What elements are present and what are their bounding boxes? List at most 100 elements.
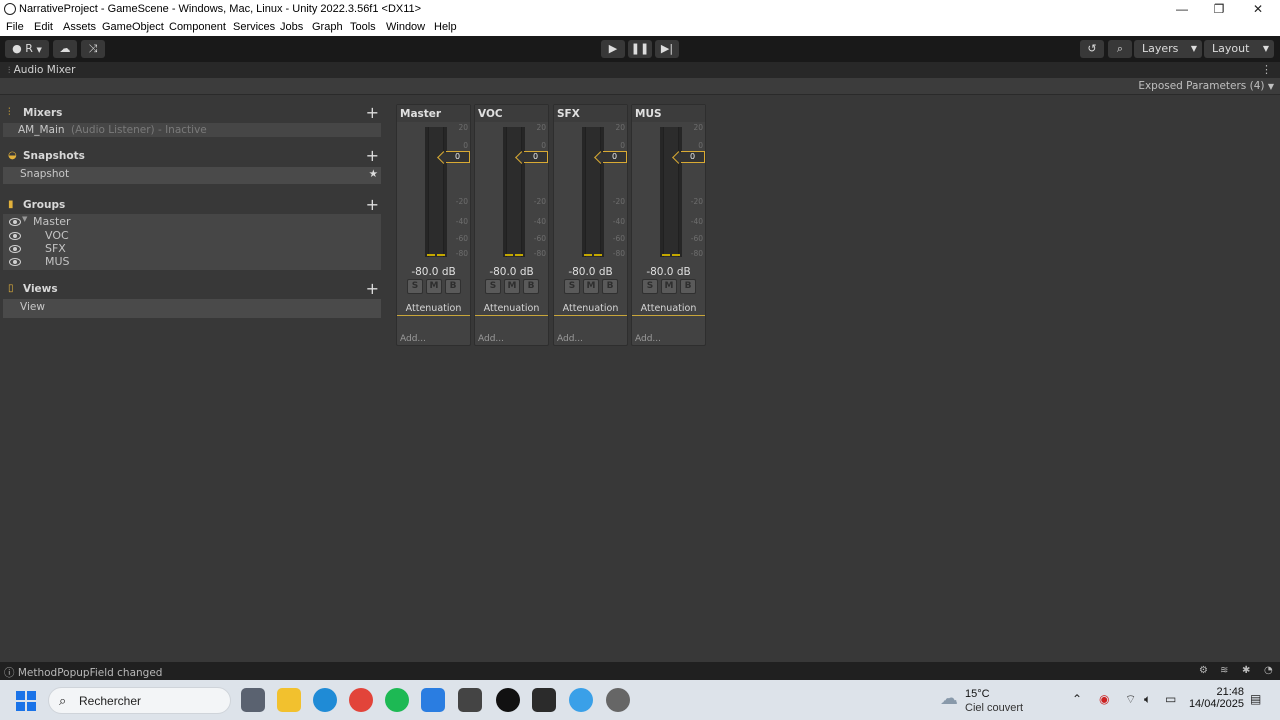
edge-icon[interactable] (313, 688, 337, 712)
menu-services[interactable]: Services (233, 21, 275, 33)
visibility-eye-icon[interactable] (9, 218, 21, 226)
add-effect-button[interactable]: Add... (400, 334, 426, 344)
store-icon[interactable] (421, 688, 445, 712)
play-button[interactable]: ▶ (601, 40, 625, 58)
volume-fader-handle[interactable]: 0 (524, 151, 548, 163)
close-button[interactable]: ✕ (1238, 1, 1278, 18)
volume-fader-handle[interactable]: 0 (446, 151, 470, 163)
add-effect-button[interactable]: Add... (635, 334, 661, 344)
menu-edit[interactable]: Edit (34, 21, 53, 33)
bypass-button[interactable]: B (523, 279, 539, 294)
mixer-strip-voc: VOC 20 0 -20 -40 -60 -80 0 -80.0 dB S M B Attenuatio… (474, 104, 549, 346)
menu-window[interactable]: Window (386, 21, 425, 33)
visibility-eye-icon[interactable] (9, 258, 21, 266)
add-view-button[interactable]: + (366, 279, 379, 298)
exposed-parameters-dropdown[interactable]: Exposed Parameters (4) ▼ (1138, 80, 1274, 92)
more-options-icon[interactable]: ⋮ (1261, 63, 1272, 76)
clock[interactable]: 21:48 14/04/2025 (1189, 686, 1244, 710)
add-snapshot-button[interactable]: + (366, 146, 379, 165)
layers-dropdown[interactable]: Layers ▼ (1134, 40, 1202, 58)
notifications-icon[interactable]: ▤ (1250, 692, 1261, 706)
view-item[interactable]: View (3, 299, 381, 318)
add-group-button[interactable]: + (366, 195, 379, 214)
chevron-up-icon[interactable]: ⌃ (1072, 692, 1082, 706)
visibility-eye-icon[interactable] (9, 245, 21, 253)
menu-tools[interactable]: Tools (350, 21, 376, 33)
layers-icon[interactable]: ≋ (1220, 666, 1230, 676)
menu-file[interactable]: File (6, 21, 24, 33)
mute-button[interactable]: M (504, 279, 520, 294)
attenuation-effect[interactable]: Attenuation (632, 303, 705, 316)
task-view-icon[interactable] (241, 688, 265, 712)
add-effect-button[interactable]: Add... (557, 334, 583, 344)
group-row-master[interactable]: ▼ Master (3, 215, 381, 228)
menu-help[interactable]: Help (434, 21, 457, 33)
solo-button[interactable]: S (564, 279, 580, 294)
snapshot-item[interactable]: Snapshot ★ (3, 167, 381, 184)
mute-button[interactable]: M (661, 279, 677, 294)
cloud-button[interactable]: ☁ (53, 40, 77, 58)
attenuation-effect[interactable]: Attenuation (475, 303, 548, 316)
attenuation-effect[interactable]: Attenuation (397, 303, 470, 316)
bypass-button[interactable]: B (445, 279, 461, 294)
speaker-icon[interactable]: 🔈︎ (1144, 692, 1151, 707)
step-button[interactable]: ▶| (655, 40, 679, 58)
menu-component[interactable]: Component (169, 21, 226, 33)
star-icon[interactable]: ★ (369, 168, 378, 180)
strip-name[interactable]: SFX (554, 105, 627, 122)
chrome-icon[interactable] (349, 688, 373, 712)
meter-scale-label: 20 (693, 123, 703, 132)
maximize-button[interactable]: ❐ (1199, 1, 1239, 18)
spotify-icon[interactable] (385, 688, 409, 712)
menu-jobs[interactable]: Jobs (280, 21, 303, 33)
layout-dropdown[interactable]: Layout ▼ (1204, 40, 1274, 58)
profiler-icon[interactable]: ✱ (1242, 666, 1252, 676)
mixer-item[interactable]: AM_Main (Audio Listener) - Inactive (3, 123, 381, 137)
group-name: MUS (45, 255, 70, 268)
app-icon[interactable] (569, 688, 593, 712)
file-explorer-icon[interactable] (277, 688, 301, 712)
group-row-voc[interactable]: VOC (3, 229, 381, 242)
bypass-button[interactable]: B (602, 279, 618, 294)
menu-graph[interactable]: Graph (312, 21, 343, 33)
strip-name[interactable]: VOC (475, 105, 548, 122)
search-button[interactable]: ⌕ (1108, 40, 1132, 58)
group-row-mus[interactable]: MUS (3, 255, 381, 268)
volume-fader-handle[interactable]: 0 (681, 151, 705, 163)
mute-button[interactable]: M (426, 279, 442, 294)
foldout-arrow-icon[interactable]: ▼ (22, 215, 27, 223)
tray-app-icon[interactable]: ◉ (1099, 692, 1109, 706)
wifi-icon[interactable]: ⌔ (1125, 692, 1136, 707)
menu-gameobject[interactable]: GameObject (102, 21, 164, 33)
taskbar-search[interactable]: ⌕ Rechercher (48, 687, 231, 714)
notification-icon[interactable]: ◔ (1264, 666, 1274, 676)
tab-audio-mixer[interactable]: ⫶ Audio Mixer (2, 62, 81, 78)
battery-icon[interactable]: ▭ (1165, 692, 1176, 706)
recorder-icon[interactable] (606, 688, 630, 712)
strip-name[interactable]: MUS (632, 105, 705, 122)
bypass-button[interactable]: B (680, 279, 696, 294)
solo-button[interactable]: S (642, 279, 658, 294)
unreal-icon[interactable] (496, 688, 520, 712)
solo-button[interactable]: S (407, 279, 423, 294)
windows-start-button[interactable] (16, 691, 36, 711)
add-mixer-button[interactable]: + (366, 103, 379, 122)
account-dropdown[interactable]: ● R ▼ (5, 40, 49, 58)
menu-assets[interactable]: Assets (63, 21, 96, 33)
unity-editor-icon[interactable] (532, 688, 556, 712)
strip-name[interactable]: Master (397, 105, 470, 122)
add-effect-button[interactable]: Add... (478, 334, 504, 344)
unity-hub-icon[interactable] (458, 688, 482, 712)
visibility-eye-icon[interactable] (9, 232, 21, 240)
solo-button[interactable]: S (485, 279, 501, 294)
volume-fader-handle[interactable]: 0 (603, 151, 627, 163)
mixer-strip-sfx: SFX 20 0 -20 -40 -60 -80 0 -80.0 dB S M B Attenuatio… (553, 104, 628, 346)
group-row-sfx[interactable]: SFX (3, 242, 381, 255)
pause-button[interactable]: ❚❚ (628, 40, 652, 58)
attenuation-effect[interactable]: Attenuation (554, 303, 627, 316)
history-button[interactable]: ↺ (1080, 40, 1104, 58)
debug-icon[interactable]: ⚙ (1199, 666, 1209, 676)
collab-button[interactable]: ⤨ (81, 40, 105, 58)
minimize-button[interactable]: — (1162, 1, 1202, 18)
mute-button[interactable]: M (583, 279, 599, 294)
